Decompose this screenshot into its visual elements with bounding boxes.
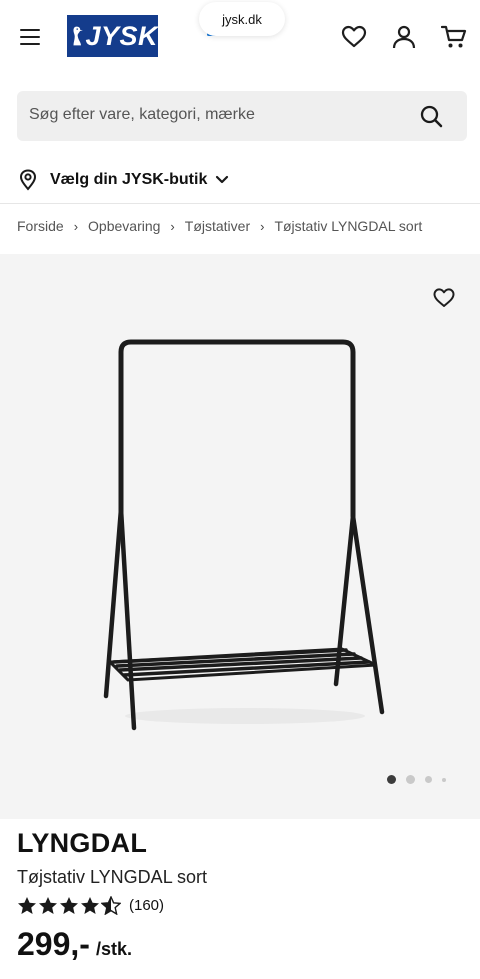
product-image-clothes-rack — [103, 339, 385, 731]
logo-text: JYSK — [85, 20, 158, 51]
search-bar[interactable]: Søg efter vare, kategori, mærke — [17, 91, 467, 141]
gallery-pagination — [387, 775, 446, 784]
browser-url-pill[interactable]: jysk.dk — [199, 2, 285, 36]
star-full-icon — [81, 897, 99, 914]
star-full-icon — [60, 897, 78, 914]
chevron-down-icon — [216, 175, 229, 184]
store-selector-label[interactable]: Vælg din JYSK-butik — [50, 171, 207, 189]
menu-icon[interactable] — [18, 26, 42, 48]
location-pin-icon — [19, 169, 37, 191]
add-to-favorites-heart-icon[interactable] — [432, 286, 456, 310]
chevron-right-icon: › — [260, 218, 265, 234]
search-input[interactable]: Søg efter vare, kategori, mærke — [29, 106, 255, 124]
product-image-gallery[interactable] — [0, 254, 480, 819]
breadcrumb-item[interactable]: Opbevaring — [88, 218, 160, 234]
goose-logo-icon — [73, 26, 83, 46]
product-price: 299,- /stk. — [17, 926, 132, 963]
search-icon[interactable] — [419, 104, 443, 128]
star-full-icon — [39, 897, 57, 914]
breadcrumb-item[interactable]: Forside — [17, 218, 64, 234]
breadcrumb: Forside › Opbevaring › Tøjstativer › Tøj… — [17, 218, 422, 234]
pagination-dot[interactable] — [406, 775, 415, 784]
wishlist-heart-icon[interactable] — [341, 24, 367, 50]
review-count[interactable]: (160) — [129, 897, 164, 914]
product-name: LYNGDAL — [17, 828, 148, 858]
cart-icon[interactable] — [441, 24, 467, 50]
pagination-dot-active[interactable] — [387, 775, 396, 784]
account-user-icon[interactable] — [391, 24, 417, 50]
store-selector[interactable]: Vælg din JYSK-butik — [18, 168, 229, 192]
product-rating[interactable]: (160) — [17, 896, 164, 915]
star-full-icon — [18, 897, 36, 914]
rating-stars — [17, 896, 121, 915]
jysk-logo[interactable]: JYSK — [67, 15, 158, 57]
pagination-dot[interactable] — [425, 776, 432, 783]
chevron-right-icon: › — [73, 218, 79, 234]
price-amount: 299,- — [17, 926, 90, 962]
divider — [0, 203, 480, 204]
pagination-dot[interactable] — [442, 777, 446, 782]
breadcrumb-item[interactable]: Tøjstativer — [185, 218, 250, 234]
chevron-right-icon: › — [170, 218, 175, 234]
product-subtitle: Tøjstativ LYNGDAL sort — [17, 867, 208, 887]
star-half-icon — [101, 896, 121, 915]
breadcrumb-item[interactable]: Tøjstativ LYNGDAL sort — [274, 218, 422, 234]
price-unit: /stk. — [95, 939, 132, 959]
site-header: jysk.dk JYSK — [0, 0, 480, 74]
